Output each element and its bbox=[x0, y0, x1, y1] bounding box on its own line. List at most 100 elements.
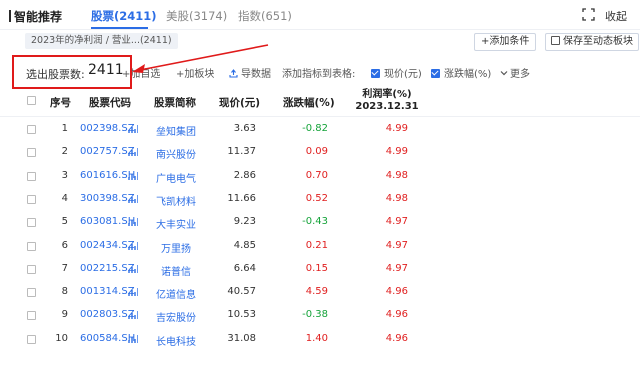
checkbox-checked-icon bbox=[431, 69, 440, 78]
row-checkbox[interactable] bbox=[27, 311, 36, 321]
table-row[interactable]: 6 002434.SZ 万里扬 4.85 0.21 4.97 bbox=[0, 235, 640, 258]
price-value: 4.85 bbox=[233, 239, 256, 251]
change-value: 0.21 bbox=[305, 239, 328, 251]
profit-margin-value: 4.97 bbox=[385, 216, 408, 228]
profit-margin-value: 4.99 bbox=[385, 146, 408, 158]
stock-code-link[interactable]: 001314.SZ bbox=[80, 286, 135, 297]
price-value: 11.66 bbox=[227, 192, 256, 204]
annotation-arrow-icon bbox=[132, 44, 269, 73]
row-checkbox[interactable] bbox=[27, 264, 36, 274]
chart-icon[interactable] bbox=[128, 241, 138, 251]
change-value: 0.15 bbox=[305, 262, 328, 274]
row-index: 4 bbox=[61, 192, 68, 204]
save-icon bbox=[551, 36, 560, 45]
profit-margin-value: 4.97 bbox=[385, 239, 408, 251]
metric-change-checkbox[interactable]: 涨跌幅(%) bbox=[431, 65, 491, 80]
chart-icon[interactable] bbox=[128, 124, 138, 134]
panel-title: 智能推荐 bbox=[9, 8, 62, 25]
table-row[interactable]: 7 002215.SZ 诺普信 6.64 0.15 4.97 bbox=[0, 258, 640, 281]
chart-icon[interactable] bbox=[128, 194, 138, 204]
stock-code-link[interactable]: 600584.SH bbox=[80, 333, 135, 344]
stock-name-link[interactable]: 长电科技 bbox=[154, 333, 198, 348]
table-row[interactable]: 10 600584.SH 长电科技 31.08 1.40 4.96 bbox=[0, 328, 640, 351]
row-index: 6 bbox=[61, 239, 68, 251]
table-row[interactable]: 1 002398.SZ 垒知集团 3.63 -0.82 4.99 bbox=[0, 118, 640, 141]
change-value: 1.40 bbox=[305, 332, 328, 344]
stock-code-link[interactable]: 601616.SH bbox=[80, 170, 135, 181]
header-name[interactable]: 股票简称 bbox=[154, 95, 196, 110]
stock-code-link[interactable]: 603081.SH bbox=[80, 216, 135, 227]
stock-name-link[interactable]: 飞凯材料 bbox=[154, 193, 198, 208]
header-price[interactable]: 现价(元) bbox=[219, 95, 260, 110]
profit-margin-value: 4.99 bbox=[385, 123, 408, 134]
row-index: 10 bbox=[55, 332, 68, 344]
row-checkbox[interactable] bbox=[27, 194, 36, 204]
chart-icon[interactable] bbox=[128, 171, 138, 181]
save-to-board-button[interactable]: 保存至动态板块 bbox=[545, 33, 639, 51]
change-value: 0.52 bbox=[305, 192, 328, 204]
price-value: 31.08 bbox=[227, 332, 256, 344]
change-value: -0.82 bbox=[302, 123, 328, 134]
row-index: 9 bbox=[61, 309, 68, 321]
stock-name-link[interactable]: 广电电气 bbox=[154, 170, 198, 185]
chart-icon[interactable] bbox=[128, 264, 138, 274]
price-value: 9.23 bbox=[233, 216, 256, 228]
stock-code-link[interactable]: 300398.SZ bbox=[80, 193, 135, 204]
row-checkbox[interactable] bbox=[27, 218, 36, 228]
row-index: 3 bbox=[61, 169, 68, 181]
stock-name-link[interactable]: 万里扬 bbox=[154, 240, 198, 255]
stock-name-link[interactable]: 吉宏股份 bbox=[154, 309, 198, 324]
stock-code-link[interactable]: 002803.SZ bbox=[80, 309, 135, 320]
tab-stocks[interactable]: 股票(2411) bbox=[91, 8, 157, 24]
more-metrics-button[interactable]: 更多 bbox=[500, 65, 530, 80]
stock-code-link[interactable]: 002757.SZ bbox=[80, 146, 135, 157]
row-checkbox[interactable] bbox=[27, 241, 36, 251]
profit-margin-value: 4.98 bbox=[385, 192, 408, 204]
row-checkbox[interactable] bbox=[27, 334, 36, 344]
expand-icon[interactable] bbox=[582, 8, 595, 21]
stock-name-link[interactable]: 大丰实业 bbox=[154, 216, 198, 231]
table-row[interactable]: 8 001314.SZ 亿道信息 40.57 4.59 4.96 bbox=[0, 281, 640, 304]
chart-icon[interactable] bbox=[128, 310, 138, 320]
row-checkbox[interactable] bbox=[27, 148, 36, 158]
profit-margin-value: 4.96 bbox=[385, 286, 408, 298]
table-row[interactable]: 4 300398.SZ 飞凯材料 11.66 0.52 4.98 bbox=[0, 188, 640, 211]
table-row[interactable]: 9 002803.SZ 吉宏股份 10.53 -0.38 4.96 bbox=[0, 304, 640, 327]
stock-code-link[interactable]: 002215.SZ bbox=[80, 263, 135, 274]
row-checkbox[interactable] bbox=[27, 125, 36, 134]
stock-code-link[interactable]: 002398.SZ bbox=[80, 123, 135, 134]
collapse-button[interactable]: 收起 bbox=[605, 8, 627, 24]
chart-icon[interactable] bbox=[128, 334, 138, 344]
row-index: 8 bbox=[61, 286, 68, 298]
select-all-checkbox[interactable] bbox=[27, 96, 36, 105]
chart-icon[interactable] bbox=[128, 147, 138, 157]
profit-margin-value: 4.97 bbox=[385, 262, 408, 274]
header-profit-margin[interactable]: 利润率(%) 2023.12.31 bbox=[352, 89, 422, 113]
metric-price-checkbox[interactable]: 现价(元) bbox=[371, 65, 422, 80]
stock-name-link[interactable]: 南兴股份 bbox=[154, 146, 198, 161]
price-value: 3.63 bbox=[233, 123, 256, 134]
profit-margin-value: 4.96 bbox=[385, 309, 408, 321]
header-code[interactable]: 股票代码 bbox=[89, 95, 131, 110]
stock-name-link[interactable]: 垒知集团 bbox=[154, 123, 198, 138]
price-value: 6.64 bbox=[233, 262, 256, 274]
header-change[interactable]: 涨跌幅(%) bbox=[283, 95, 335, 110]
row-checkbox[interactable] bbox=[27, 171, 36, 181]
change-value: 4.59 bbox=[305, 286, 328, 298]
chart-icon[interactable] bbox=[128, 217, 138, 227]
tab-indices[interactable]: 指数(651) bbox=[238, 8, 292, 24]
add-condition-button[interactable]: +添加条件 bbox=[474, 33, 537, 51]
stock-name-link[interactable]: 亿道信息 bbox=[154, 286, 198, 301]
row-checkbox[interactable] bbox=[27, 288, 36, 298]
chart-icon[interactable] bbox=[128, 287, 138, 297]
stock-code-link[interactable]: 002434.SZ bbox=[80, 240, 135, 251]
chevron-down-icon bbox=[500, 71, 508, 76]
change-value: 0.09 bbox=[305, 146, 328, 158]
stock-name-link[interactable]: 诺普信 bbox=[154, 263, 198, 278]
change-value: -0.38 bbox=[302, 309, 328, 321]
table-row[interactable]: 3 601616.SH 广电电气 2.86 0.70 4.98 bbox=[0, 165, 640, 188]
table-row[interactable]: 5 603081.SH 大丰实业 9.23 -0.43 4.97 bbox=[0, 211, 640, 234]
tab-us-stocks[interactable]: 美股(3174) bbox=[166, 8, 227, 24]
price-value: 11.37 bbox=[227, 146, 256, 158]
table-row[interactable]: 2 002757.SZ 南兴股份 11.37 0.09 4.99 bbox=[0, 141, 640, 164]
